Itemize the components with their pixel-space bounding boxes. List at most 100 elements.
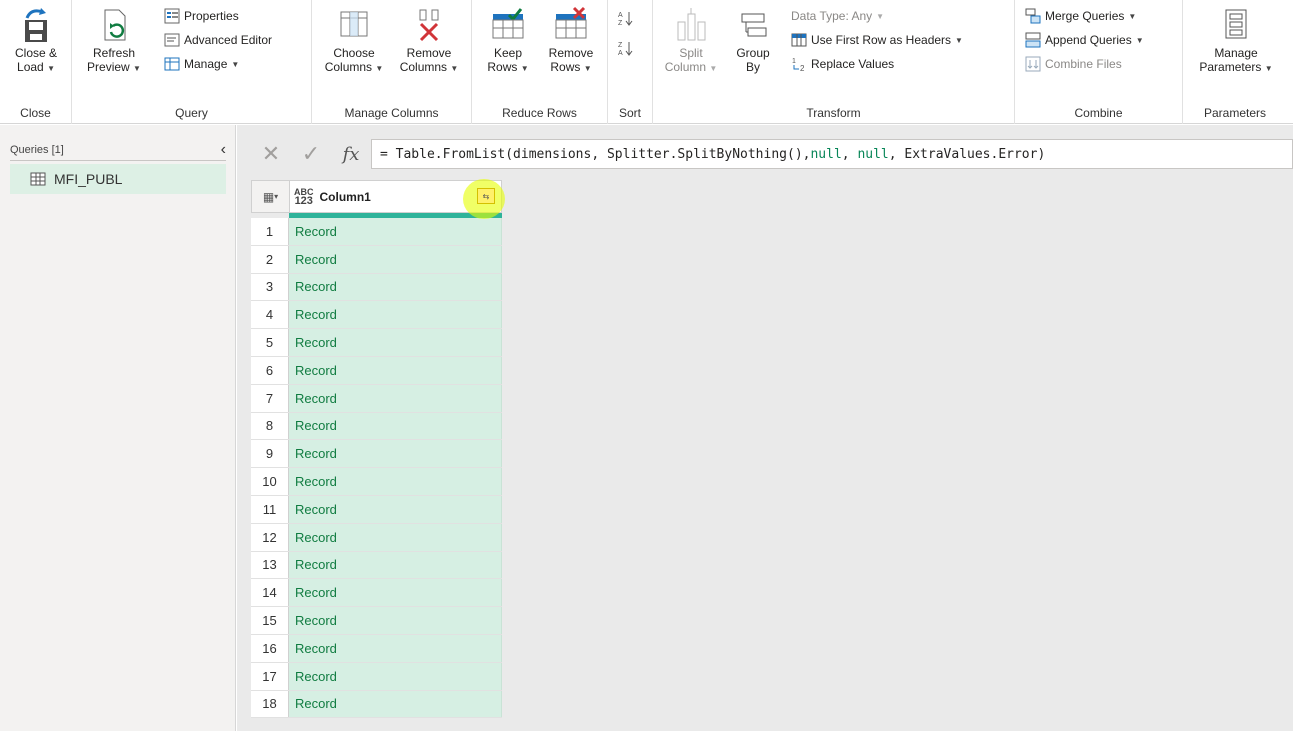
append-label: Append Queries — [1045, 33, 1132, 47]
manage-params-label2: Parameters — [1199, 60, 1262, 74]
record-cell[interactable]: Record — [289, 495, 502, 523]
close-load-icon — [19, 6, 53, 44]
row-number[interactable]: 5 — [251, 329, 289, 356]
ribbon-group-reduce-rows: Keep Rows ▼ Remove Rows ▼ Reduce Rows — [472, 0, 608, 124]
group-label2: By — [745, 60, 760, 74]
group-by-button[interactable]: Group By — [727, 6, 779, 74]
record-cell[interactable]: Record — [289, 662, 502, 690]
close-load-label: Close & — [14, 46, 58, 60]
svg-text:A: A — [618, 50, 623, 56]
chevron-down-icon: ▼ — [450, 64, 459, 73]
chevron-left-icon[interactable]: ‹ — [221, 141, 226, 159]
chevron-down-icon: ▼ — [583, 64, 592, 73]
record-cell[interactable]: Record — [289, 412, 502, 440]
remove-cols-label2: Columns — [399, 60, 448, 74]
row-number[interactable]: 13 — [251, 551, 289, 579]
group-label-transform: Transform — [806, 106, 861, 120]
sort-descending-button[interactable]: ZA — [618, 38, 634, 58]
keep-rows-button[interactable]: Keep Rows ▼ — [478, 6, 538, 76]
row-number[interactable]: 8 — [251, 412, 289, 440]
manage-parameters-button[interactable]: Manage Parameters ▼ — [1191, 6, 1281, 76]
ribbon-group-query: Refresh Preview ▼ Properties Advanced Ed… — [72, 0, 312, 124]
combine-files-button[interactable]: Combine Files — [1025, 54, 1122, 74]
use-first-row-headers-button[interactable]: Use First Row as Headers ▼ — [791, 30, 963, 50]
row-number[interactable]: 2 — [251, 245, 289, 273]
merge-queries-button[interactable]: Merge Queries ▼ — [1025, 6, 1136, 26]
row-number[interactable]: 7 — [251, 384, 289, 412]
record-cell[interactable]: Record — [289, 356, 502, 384]
record-cell[interactable]: Record — [289, 301, 502, 329]
choose-columns-button[interactable]: Choose Columns ▼ — [318, 6, 390, 76]
choose-label: Choose — [333, 46, 375, 60]
svg-text:1: 1 — [792, 58, 796, 65]
ribbon-group-sort: AZ ZA Sort — [608, 0, 653, 124]
remove-rows-icon — [554, 6, 588, 44]
properties-icon — [164, 8, 180, 24]
combine-files-icon — [1025, 56, 1041, 72]
type-123-label: 123 — [294, 194, 313, 207]
remove-columns-button[interactable]: Remove Columns ▼ — [392, 6, 466, 76]
append-queries-button[interactable]: Append Queries ▼ — [1025, 30, 1144, 50]
record-cell[interactable]: Record — [289, 468, 502, 495]
record-cell[interactable]: Record — [289, 245, 502, 273]
replace-values-button[interactable]: 12 Replace Values — [791, 54, 894, 74]
refresh-label2: Preview — [87, 60, 130, 74]
record-cell[interactable]: Record — [289, 273, 502, 301]
record-cell[interactable]: Record — [289, 384, 502, 412]
row-number[interactable]: 4 — [251, 301, 289, 329]
split-column-button[interactable]: Split Column ▼ — [659, 6, 723, 76]
close-load-button[interactable]: Close & Load ▼ — [6, 6, 66, 76]
chevron-down-icon: ▼ — [1135, 35, 1144, 45]
advanced-editor-button[interactable]: Advanced Editor — [164, 30, 272, 50]
svg-text:2: 2 — [800, 64, 805, 72]
chevron-down-icon: ▼ — [876, 11, 885, 21]
record-cell[interactable]: Record — [289, 551, 502, 579]
record-cell[interactable]: Record — [289, 607, 502, 634]
row-number[interactable]: 18 — [251, 690, 289, 718]
row-number[interactable]: 15 — [251, 607, 289, 634]
record-cell[interactable]: Record — [289, 634, 502, 662]
expand-column-icon[interactable]: ⇆ — [477, 188, 495, 204]
remove-rows-button[interactable]: Remove Rows ▼ — [540, 6, 602, 76]
table-row: 1 Record — [251, 218, 502, 246]
confirm-icon[interactable]: ✓ — [291, 141, 331, 167]
type-any-icon[interactable]: ABC 123 — [294, 187, 314, 207]
fx-icon[interactable]: fx — [331, 144, 371, 165]
keep-rows-icon — [491, 6, 525, 44]
row-number[interactable]: 11 — [251, 495, 289, 523]
row-number[interactable]: 16 — [251, 634, 289, 662]
row-number[interactable]: 6 — [251, 356, 289, 384]
formula-input[interactable]: = Table.FromList(dimensions, Splitter.Sp… — [371, 139, 1293, 169]
append-queries-icon — [1025, 32, 1041, 48]
manage-button[interactable]: Manage ▼ — [164, 54, 239, 74]
row-number[interactable]: 3 — [251, 273, 289, 301]
table-row: 8 Record — [251, 412, 502, 441]
table-row: 16 Record — [251, 634, 502, 663]
group-label: Group — [736, 46, 770, 60]
record-cell[interactable]: Record — [289, 690, 502, 718]
record-cell[interactable]: Record — [289, 218, 502, 245]
column-header-column1[interactable]: ABC 123 Column1 ⇆ — [290, 179, 505, 219]
query-item-mfi-publ[interactable]: MFI_PUBL — [10, 164, 226, 194]
table-icon — [30, 171, 46, 187]
queries-header: Queries [1] ‹ — [10, 139, 226, 161]
properties-button[interactable]: Properties — [164, 6, 239, 26]
row-number[interactable]: 9 — [251, 440, 289, 468]
properties-label: Properties — [184, 9, 239, 23]
row-number[interactable]: 14 — [251, 579, 289, 607]
refresh-preview-button[interactable]: Refresh Preview ▼ — [84, 6, 144, 76]
sort-ascending-button[interactable]: AZ — [618, 8, 634, 28]
row-number[interactable]: 10 — [251, 468, 289, 495]
row-number[interactable]: 12 — [251, 523, 289, 551]
data-type-dropdown[interactable]: Data Type: Any ▼ — [791, 6, 884, 26]
row-number[interactable]: 17 — [251, 662, 289, 690]
table-menu-icon[interactable]: ▦ ▾ — [252, 181, 290, 212]
record-cell[interactable]: Record — [289, 329, 502, 356]
record-cell[interactable]: Record — [289, 523, 502, 551]
cancel-icon[interactable]: ✕ — [251, 141, 291, 167]
record-cell[interactable]: Record — [289, 579, 502, 607]
split-label: Split — [679, 46, 703, 60]
row-number[interactable]: 1 — [251, 218, 289, 245]
group-label-sort: Sort — [618, 106, 641, 120]
record-cell[interactable]: Record — [289, 440, 502, 468]
